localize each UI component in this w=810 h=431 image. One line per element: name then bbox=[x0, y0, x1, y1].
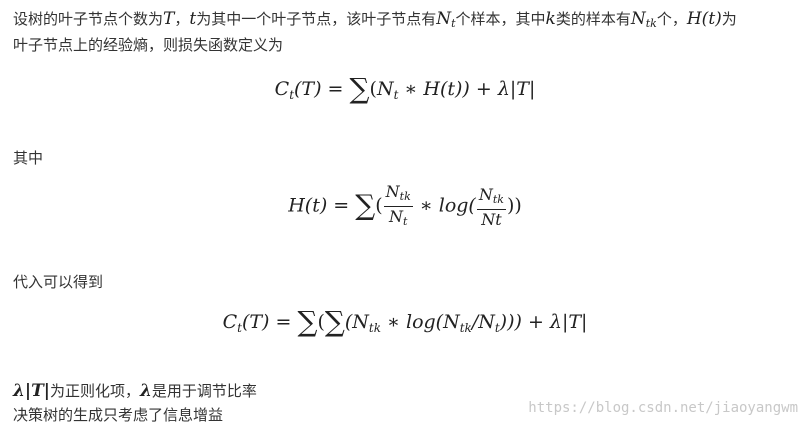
eq-symbol: C bbox=[222, 311, 238, 333]
symbol-lambda-T: λ|T| bbox=[13, 381, 50, 401]
fraction-numerator: Ntk bbox=[476, 184, 506, 210]
eq-symbol: N bbox=[389, 207, 403, 226]
eq-term: ( bbox=[369, 78, 377, 100]
eq-symbol: C bbox=[274, 78, 290, 100]
symbol-Ht: H(t) bbox=[686, 9, 722, 29]
fraction-2: Ntk Nt bbox=[476, 184, 506, 229]
eq-symbol: N bbox=[478, 184, 493, 204]
watermark: https://blog.csdn.net/jiaoyangwm bbox=[528, 400, 798, 416]
symbol-lambda: λ bbox=[139, 381, 152, 401]
eq-term: ∗ log( bbox=[413, 194, 476, 217]
sum-symbol: ∑ bbox=[355, 188, 376, 222]
sum-symbol: ∑ bbox=[324, 305, 345, 338]
eq-term: ∗ H(t)) + λ|T| bbox=[398, 78, 536, 100]
among-label: 其中 bbox=[13, 149, 44, 167]
outro-line-2: 决策树的生成只考虑了信息增益 bbox=[13, 406, 224, 424]
intro-text: 为 bbox=[721, 10, 737, 28]
fraction-1: Ntk Nt bbox=[383, 182, 413, 231]
eq-term: (T) = bbox=[241, 311, 298, 333]
intro-text: 设树的叶子节点个数为 bbox=[13, 10, 164, 28]
fraction-denominator: Nt bbox=[477, 210, 506, 229]
sum-symbol: ∑ bbox=[349, 72, 370, 105]
eq-term: ))) + λ|T| bbox=[499, 311, 588, 333]
eq-subscript: tk bbox=[492, 192, 504, 206]
intro-text: 个样本，其中 bbox=[455, 10, 546, 28]
intro-text: ， bbox=[174, 10, 190, 28]
symbol-T: T bbox=[163, 9, 175, 29]
symbol-Ntk: Ntk bbox=[630, 9, 657, 30]
eq-term: ( bbox=[317, 311, 325, 333]
eq-subscript: t bbox=[403, 215, 408, 228]
eq-term: (T) = bbox=[294, 78, 350, 100]
sum-symbol: ∑ bbox=[297, 305, 318, 338]
symbol-N: N bbox=[436, 9, 452, 29]
eq-subscript: tk bbox=[399, 190, 411, 203]
eq-subscript: tk bbox=[368, 321, 381, 335]
eq-term: /N bbox=[471, 311, 495, 333]
fraction-denominator: Nt bbox=[384, 207, 413, 231]
symbol-N: N bbox=[630, 9, 646, 29]
intro-text: 个， bbox=[656, 10, 687, 28]
eq-subscript: tk bbox=[459, 321, 472, 335]
eq-term: )) bbox=[506, 194, 522, 217]
substitute-label: 代入可以得到 bbox=[13, 273, 104, 291]
intro-text: 为其中一个叶子节点，该叶子节点有 bbox=[196, 10, 437, 28]
eq-term: ∗ log(N bbox=[381, 311, 460, 333]
equation-loss: Ct(T) = ∑(Nt ∗ H(t)) + λ|T| bbox=[0, 72, 810, 105]
equation-entropy: H(t) = ∑(Ntk Nt ∗ log(Ntk Nt)) bbox=[0, 182, 810, 231]
subscript-tk: tk bbox=[645, 17, 657, 30]
outro-text: 是用于调节比率 bbox=[151, 382, 257, 400]
eq-symbol: N bbox=[385, 182, 400, 201]
fraction-numerator: Ntk bbox=[383, 182, 413, 207]
symbol-k: k bbox=[545, 9, 556, 29]
eq-term: H(t) = bbox=[288, 194, 356, 217]
eq-symbol: Nt bbox=[481, 209, 502, 229]
intro-line-1: 设树的叶子节点个数为T，t为其中一个叶子节点，该叶子节点有Nt个样本，其中k类的… bbox=[13, 8, 737, 35]
intro-text: 类的样本有 bbox=[555, 10, 631, 28]
outro-line-1: λ|T|为正则化项，λ是用于调节比率 bbox=[13, 380, 257, 403]
outro-text: 为正则化项， bbox=[49, 382, 140, 400]
eq-term: ( bbox=[375, 194, 383, 217]
symbol-Nt: Nt bbox=[436, 9, 455, 30]
eq-term: (N bbox=[344, 311, 369, 333]
eq-symbol: N bbox=[376, 78, 394, 100]
equation-substituted: Ct(T) = ∑(∑(Ntk ∗ log(Ntk/Nt))) + λ|T| bbox=[0, 305, 810, 338]
intro-line-2: 叶子节点上的经验熵，则损失函数定义为 bbox=[13, 36, 284, 54]
